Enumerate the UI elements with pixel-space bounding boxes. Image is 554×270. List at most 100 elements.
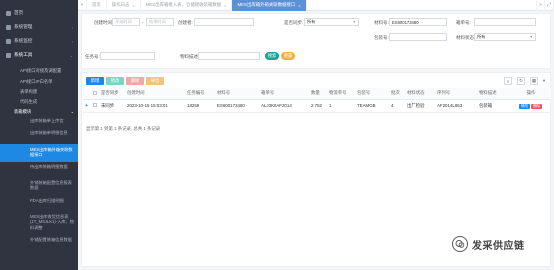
create-time-start-input[interactable]: 开始时间	[112, 18, 140, 26]
col-sync[interactable]: 是否同步	[99, 88, 125, 100]
tab-operation-log[interactable]: 操作日志 ×	[107, 0, 141, 11]
sidebar-sub-codegen[interactable]: 代码生成	[0, 97, 78, 107]
tab-scroll-left-icon[interactable]: «	[78, 0, 87, 11]
cell-sync: 未同步	[99, 99, 125, 113]
tab-mes-outer-box[interactable]: MES出库箱外箱关联数据接口 ×	[232, 0, 307, 11]
sidebar-item-system-monitor[interactable]: 系统监控 ›	[0, 34, 78, 48]
material-status-label: 材料状态:	[456, 35, 476, 40]
pack-no-input[interactable]	[389, 33, 447, 41]
select-all-checkbox[interactable]	[91, 88, 99, 100]
creator-input[interactable]	[194, 18, 254, 26]
chevron-down-icon: ⌄	[70, 109, 74, 115]
cell-status: 出厂检验	[405, 99, 435, 113]
task-no-input[interactable]	[100, 52, 155, 60]
col-qty[interactable]: 数量	[309, 88, 327, 100]
edit-button[interactable]: 修改	[106, 77, 124, 85]
sidebar-sub-form-build[interactable]: 表单构建	[0, 87, 78, 97]
chevron-down-icon[interactable]: ▾	[541, 77, 547, 85]
tools-icon	[6, 52, 11, 58]
close-icon[interactable]: ×	[132, 3, 134, 8]
col-pack[interactable]: 包装号	[355, 88, 389, 100]
sidebar-item-system-tools[interactable]: 系统工具 ⌄	[0, 48, 78, 62]
create-time-label: 创建时间:	[94, 20, 114, 25]
watermark-text: 发采供应链	[472, 240, 525, 252]
reset-button[interactable]: 重置	[281, 52, 295, 60]
chevron-down-icon: ▼	[529, 35, 533, 39]
tab-scroll-right-icon[interactable]: »	[536, 0, 545, 11]
sidebar-item-system-manage[interactable]: 系统管理 ›	[0, 20, 78, 34]
add-button[interactable]: 新增	[86, 77, 104, 85]
cell-logistics: 1	[327, 99, 355, 113]
cell-box: ALJ3K0AF2014	[259, 99, 309, 113]
delete-button[interactable]: 删除	[126, 77, 144, 85]
col-task[interactable]: 任务编号	[185, 88, 215, 100]
material-desc-input[interactable]	[198, 52, 260, 60]
sidebar-sub-api-config[interactable]: API接口对接及调配置	[0, 65, 78, 77]
sidebar-group-packing[interactable]: 装箱模块 ⌄	[0, 107, 78, 117]
chevron-right-icon: ›	[71, 38, 73, 44]
chevron-right-icon: ›	[71, 24, 73, 30]
expand-header	[83, 88, 91, 100]
sidebar-group-item-active[interactable]: MES出库箱外箱关联数据接口	[0, 144, 78, 162]
gear-icon	[6, 24, 11, 30]
col-logistics[interactable]: 物流单号	[327, 88, 355, 100]
row-delete-button[interactable]: 删除	[531, 103, 543, 109]
create-time-end-input[interactable]: 结束时间	[146, 18, 174, 26]
cell-batch: 4	[389, 99, 405, 113]
material-no-label: 材料号:	[374, 20, 389, 25]
sidebar-group-item[interactable]: MES出库收货信息表(1T_MSJLK1)-入库、物料调整	[0, 212, 78, 236]
search-icon[interactable]: ⌕	[504, 77, 512, 85]
task-no-label: 任务号:	[85, 54, 100, 59]
sidebar-group-item[interactable]: 外销配置装箱信息数据	[0, 236, 78, 246]
material-status-select[interactable]: 所有 ▼	[474, 33, 536, 41]
sync-status-label: 是否同步:	[284, 20, 304, 25]
cell-pack: TEAMGB	[355, 99, 389, 113]
row-edit-button[interactable]: 修改	[518, 103, 530, 109]
close-icon[interactable]: ×	[298, 3, 300, 8]
col-material[interactable]: 材料号	[215, 88, 259, 100]
sidebar-item-home[interactable]: 首页	[0, 6, 78, 20]
expand-row-icon[interactable]: +	[83, 99, 91, 113]
pagination-info: 显示第 1 到第 1 条记录, 总共 1 条记录	[86, 126, 161, 131]
home-icon	[6, 10, 11, 16]
table-row[interactable]: + 未同步 2023-10-15 15:03:01 18259 ES600173…	[83, 99, 551, 113]
filter-panel: 创建时间: 开始时间 - 结束时间 创建者: 是否同步: 所有 ▼ 材料号: ES…	[81, 13, 551, 69]
sync-status-select[interactable]: 所有 ▼	[304, 18, 359, 26]
sidebar: 首页 系统管理 › 系统监控 › 系统工具 ⌄ API接口对接及调配置 API接口IP…	[0, 0, 78, 270]
col-box[interactable]: 箱单号	[259, 88, 309, 100]
col-actions: 操作	[509, 88, 551, 100]
close-icon[interactable]: ×	[224, 3, 226, 8]
col-status[interactable]: 材料状态	[405, 88, 435, 100]
creator-label: 创建者:	[178, 20, 193, 25]
col-serial[interactable]: 序列号	[435, 88, 477, 100]
tab-home[interactable]: 首页	[87, 0, 107, 11]
table-header-row: 是否同步 创建时间 任务编号 材料号 箱单号 数量 物流单号 包装号 批次 材料…	[83, 88, 551, 100]
col-batch[interactable]: 批次	[389, 88, 405, 100]
columns-icon[interactable]: ▦	[530, 77, 538, 85]
fullscreen-icon[interactable]: ⤢	[545, 0, 554, 11]
col-desc[interactable]: 物料描述	[477, 88, 509, 100]
monitor-icon	[6, 38, 11, 44]
sidebar-group-item[interactable]: 待出库装箱明细数据	[0, 162, 78, 178]
sidebar-sub-api-whitelist[interactable]: API接口IP白名单	[0, 77, 78, 87]
material-desc-label: 物料描述:	[180, 54, 200, 59]
watermark: 发采供应链	[452, 236, 525, 252]
sidebar-group-item[interactable]: 出库装箱单上传信	[0, 117, 78, 129]
sidebar-group-item[interactable]: 出库装箱单明细信息	[0, 129, 78, 144]
table-toolbar: 新增 修改 删除 导出 ⌕ ↻ ▦ ▾	[81, 72, 551, 88]
row-checkbox[interactable]	[91, 99, 99, 113]
cell-created: 2023-10-15 15:03:01	[125, 99, 185, 113]
export-button[interactable]: 导出	[146, 77, 164, 85]
material-no-input[interactable]: ES600173480	[389, 18, 447, 26]
refresh-icon[interactable]: ↻	[517, 77, 525, 85]
sidebar-group-item[interactable]: 外销装箱配置信息报表数据	[0, 178, 78, 196]
wechat-logo-icon	[452, 236, 468, 252]
cell-serial: AF2014L853	[435, 99, 477, 113]
tab-bar: « 首页 操作日志 × MES出库箱接入表、仓储接收装箱数据 × MES出库箱外箱关…	[78, 0, 554, 11]
tab-mes-receive[interactable]: MES出库箱接入表、仓储接收装箱数据 ×	[141, 0, 233, 11]
sidebar-group-item[interactable]: PDA出库扫描明细	[0, 196, 78, 212]
search-button[interactable]: 搜索	[265, 52, 279, 60]
cell-task: 18259	[185, 99, 215, 113]
box-no-input[interactable]	[474, 18, 536, 26]
col-created[interactable]: 创建时间	[125, 88, 185, 100]
